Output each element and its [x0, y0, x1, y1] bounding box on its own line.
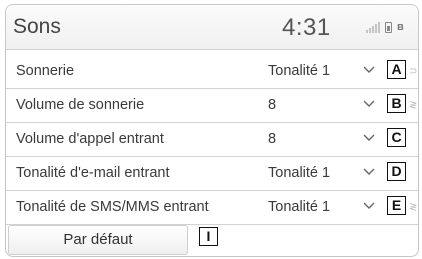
setting-row-email-tone[interactable]: Tonalité d'e-mail entrant Tonalité 1 D: [6, 156, 418, 191]
callout-label: C: [387, 128, 406, 147]
sound-settings-screen: Sons 4:31 ʙ Sonnerie Tonalité 1 A ⊃ Volu…: [5, 4, 419, 257]
setting-value: 8: [268, 97, 277, 113]
setting-value: Tonalité 1: [268, 199, 331, 215]
battery-icon: [385, 21, 392, 33]
setting-label: Tonalité d'e-mail entrant: [16, 165, 170, 181]
chevron-down-icon[interactable]: [363, 133, 375, 143]
setting-value: Tonalité 1: [268, 63, 331, 79]
callout-label: A: [387, 60, 406, 79]
chevron-down-icon[interactable]: [363, 201, 375, 211]
chevron-down-icon[interactable]: [363, 65, 375, 75]
chevron-down-icon[interactable]: [363, 167, 375, 177]
edge-mark: ≷: [409, 100, 418, 111]
setting-value: Tonalité 1: [268, 165, 331, 181]
edge-mark: ⊃: [409, 66, 418, 77]
callout-label: B: [387, 94, 406, 113]
chevron-down-icon[interactable]: [363, 99, 375, 109]
setting-row-sms-mms-tone[interactable]: Tonalité de SMS/MMS entrant Tonalité 1 E…: [6, 190, 418, 225]
setting-value: 8: [268, 131, 277, 147]
header-bar: Sons 4:31 ʙ: [6, 5, 418, 50]
setting-label: Tonalité de SMS/MMS entrant: [16, 199, 209, 215]
setting-row-ringtone-volume[interactable]: Volume de sonnerie 8 B ≷: [6, 88, 418, 123]
setting-label: Sonnerie: [16, 63, 75, 79]
setting-label: Volume de sonnerie: [16, 97, 145, 113]
setting-label: Volume d'appel entrant: [16, 131, 164, 147]
status-icons: ʙ: [366, 20, 404, 34]
callout-label: I: [199, 227, 218, 246]
default-button[interactable]: Par défaut: [8, 225, 188, 255]
setting-row-incoming-call-volume[interactable]: Volume d'appel entrant 8 C: [6, 122, 418, 157]
edge-mark: ≷: [409, 202, 418, 213]
signal-icon: [366, 21, 380, 33]
setting-row-ringtone[interactable]: Sonnerie Tonalité 1 A ⊃: [6, 54, 418, 89]
clock: 4:31: [282, 14, 331, 41]
bluetooth-icon: ʙ: [397, 21, 404, 33]
callout-label: E: [387, 196, 406, 215]
callout-label: D: [387, 162, 406, 181]
page-title: Sons: [13, 15, 61, 38]
